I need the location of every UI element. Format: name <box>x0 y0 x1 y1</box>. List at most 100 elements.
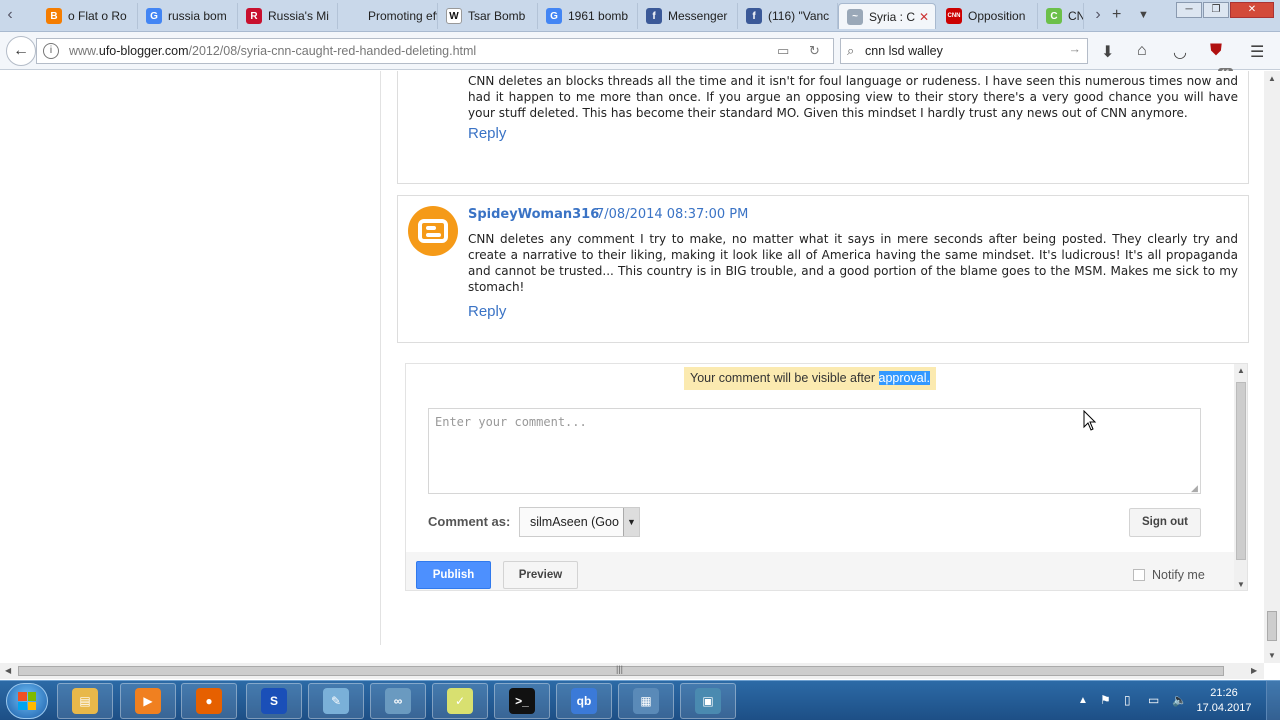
dropdown-arrow-icon[interactable]: ▼ <box>623 508 639 536</box>
url-text: www.ufo-blogger.com/2012/08/syria-cnn-ca… <box>69 44 477 58</box>
browser-tab[interactable]: Promoting effo <box>338 3 438 29</box>
windows-logo-icon <box>18 692 36 710</box>
page-scroll-down-icon[interactable]: ▼ <box>1268 651 1276 660</box>
url-bar[interactable]: i www.ufo-blogger.com/2012/08/syria-cnn-… <box>36 38 834 64</box>
restore-icon[interactable]: ❐ <box>1203 2 1229 18</box>
scroll-down-icon[interactable]: ▼ <box>1234 580 1247 589</box>
comment-timestamp[interactable]: 7/08/2014 08:37:00 PM <box>596 207 748 222</box>
clock-time: 21:26 <box>1210 687 1238 699</box>
media-player-icon: ▶ <box>135 688 161 714</box>
browser-tab[interactable]: G 1961 bomb <box>538 3 638 29</box>
taskbar-item[interactable]: ▣ <box>680 683 736 719</box>
tray-battery-icon[interactable]: ▯ <box>1124 693 1131 707</box>
taskbar-item[interactable]: ✓ <box>432 683 488 719</box>
browser-tab[interactable]: R Russia's Mi <box>238 3 338 29</box>
tab-title: Tsar Bomb <box>468 9 526 23</box>
pocket-icon[interactable]: ◡ <box>1173 42 1187 62</box>
identity-select[interactable]: silmAseen (Goo ▼ <box>519 507 640 537</box>
search-bar[interactable]: ⌕ cnn lsd walley → <box>840 38 1088 64</box>
menu-icon[interactable]: ☰ <box>1250 42 1264 62</box>
page-scroll-right-icon[interactable]: ▶ <box>1251 666 1257 675</box>
calculator-icon: ▦ <box>633 688 659 714</box>
blogger-icon: B <box>46 8 62 24</box>
comment-text: CNN deletes an blocks threads all the ti… <box>468 74 1238 120</box>
google-icon: G <box>546 8 562 24</box>
browser-tab[interactable]: f Messenger <box>638 3 738 29</box>
search-input[interactable]: cnn lsd walley <box>865 44 943 58</box>
browser-tab[interactable]: CNN Opposition <box>938 3 1038 29</box>
reply-link[interactable]: Reply <box>468 303 506 320</box>
download-icon[interactable]: ⬇ <box>1101 42 1114 62</box>
taskbar-item[interactable]: ▶ <box>120 683 176 719</box>
facebook-icon: f <box>746 8 762 24</box>
start-button[interactable] <box>6 683 48 719</box>
reader-view-icon[interactable]: ▭ <box>777 43 789 59</box>
tray-volume-icon[interactable]: 🔈 <box>1172 693 1187 707</box>
tab-title: russia bom <box>168 9 227 23</box>
browser-tab[interactable]: ~ Syria : C ✕ <box>838 3 936 29</box>
browser-tab[interactable]: Grussia bom <box>138 3 238 29</box>
browser-tab[interactable]: f (116) "Vanc <box>738 3 838 29</box>
page-scroll-up-icon[interactable]: ▲ <box>1268 74 1276 83</box>
window-close-icon[interactable]: ✕ <box>1230 2 1274 18</box>
tab-scroll-right-icon[interactable]: › <box>1088 4 1108 28</box>
tab-title: Syria : C <box>869 9 916 24</box>
home-icon[interactable]: ⌂ <box>1137 42 1147 60</box>
back-button[interactable]: ← <box>6 36 36 66</box>
tray-network-icon[interactable]: ▭ <box>1148 693 1159 707</box>
publish-button[interactable]: Publish <box>416 561 491 589</box>
preview-button[interactable]: Preview <box>503 561 578 589</box>
search-go-icon[interactable]: → <box>1069 42 1082 56</box>
tray-expand-icon[interactable]: ▲ <box>1078 695 1088 706</box>
ublock-icon[interactable]: ⛊ <box>1210 42 1222 60</box>
wikipedia-icon: W <box>446 8 462 24</box>
form-scroll-thumb[interactable] <box>1236 382 1246 560</box>
form-scrollbar[interactable]: ▲ ▼ <box>1234 364 1247 590</box>
system-clock[interactable]: 21:26 17.04.2017 <box>1196 686 1252 716</box>
tab-title: Promoting effo <box>368 9 437 23</box>
scroll-up-icon[interactable]: ▲ <box>1234 366 1247 375</box>
taskbar: ▤ ▶ ● S ✎ ∞ ✓ >_ qb ▦ ▣ ▲ ⚑ ▯ ▭ 🔈 21:26 17.04.2017 <box>0 680 1280 720</box>
new-tab-icon[interactable]: + <box>1112 6 1121 24</box>
list-all-tabs-icon[interactable]: ▼ <box>1138 9 1149 21</box>
minimize-icon[interactable]: ─ <box>1176 2 1202 18</box>
tab-scroll-left-icon[interactable]: ‹ <box>0 4 20 28</box>
page-horizontal-scrollbar[interactable]: ◀ ||| ▶ <box>0 663 1264 679</box>
cnn-icon: CNN <box>946 8 962 24</box>
resize-grip-icon[interactable]: ◢ <box>1191 483 1198 494</box>
mouse-cursor-icon <box>1083 410 1097 431</box>
taskbar-item[interactable]: ● <box>181 683 237 719</box>
reply-link[interactable]: Reply <box>468 125 506 142</box>
browser-tab[interactable]: W Tsar Bomb <box>438 3 538 29</box>
page-scroll-left-icon[interactable]: ◀ <box>5 666 11 675</box>
page-scroll-thumb[interactable] <box>1267 611 1277 641</box>
sign-out-button[interactable]: Sign out <box>1129 508 1201 537</box>
chart-editor-icon: ✓ <box>447 688 473 714</box>
comment-author[interactable]: SpideyWoman316 <box>468 207 599 222</box>
page-vertical-scrollbar[interactable]: ▲ ▼ <box>1264 71 1280 663</box>
notify-checkbox[interactable] <box>1133 569 1145 581</box>
taskbar-item[interactable]: ▦ <box>618 683 674 719</box>
tab-close-icon[interactable]: ✕ <box>919 10 929 24</box>
show-desktop-button[interactable] <box>1266 681 1280 720</box>
blogger-logo-icon <box>418 219 448 243</box>
search-icon: ⌕ <box>847 43 855 58</box>
taskbar-item[interactable]: ▤ <box>57 683 113 719</box>
browser-tab[interactable]: Bo Flat o Ro <box>38 3 138 29</box>
taskbar-item[interactable]: >_ <box>494 683 550 719</box>
taskbar-item[interactable]: ∞ <box>370 683 426 719</box>
hscroll-grip-icon: ||| <box>616 664 624 674</box>
reload-icon[interactable]: ↻ <box>809 43 820 59</box>
form-footer: Publish Preview Notify me <box>406 552 1234 590</box>
taskbar-item[interactable]: qb <box>556 683 612 719</box>
comment-as-label: Comment as: <box>428 514 511 529</box>
taskbar-item[interactable]: ✎ <box>308 683 364 719</box>
site-info-icon[interactable]: i <box>43 43 59 59</box>
notify-label: Notify me <box>1152 568 1205 582</box>
skype-icon: S <box>261 688 287 714</box>
taskbar-item[interactable]: S <box>246 683 302 719</box>
facebook-icon: f <box>646 8 662 24</box>
tray-flag-icon[interactable]: ⚑ <box>1100 693 1111 707</box>
qbittorrent-icon: qb <box>571 688 597 714</box>
browser-tab[interactable]: C CNI <box>1038 3 1084 29</box>
